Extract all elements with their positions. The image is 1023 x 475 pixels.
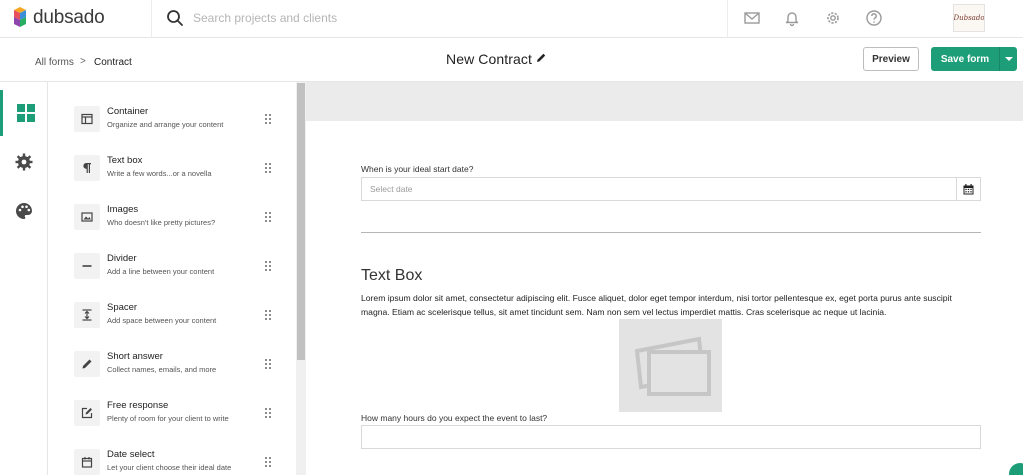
spacer-icon <box>82 309 92 321</box>
element-text-box[interactable]: Text box Write a few words...or a novell… <box>48 149 296 198</box>
date-select-input[interactable] <box>361 177 957 201</box>
elements-panel: Container Organize and arrange your cont… <box>48 82 296 475</box>
drag-handle-icon[interactable] <box>264 211 272 223</box>
mail-icon[interactable] <box>743 9 761 27</box>
element-short-answer[interactable]: Short answer Collect names, emails, and … <box>48 345 296 394</box>
element-title: Divider <box>107 253 137 264</box>
breadcrumb-separator: > <box>80 56 86 67</box>
hours-question-label: How many hours do you expect the event t… <box>361 413 548 423</box>
element-spacer[interactable]: Spacer Add space between your content <box>48 296 296 345</box>
search-input[interactable] <box>193 8 573 28</box>
preview-button[interactable]: Preview <box>863 47 919 71</box>
element-divider[interactable]: Divider Add a line between your content <box>48 247 296 296</box>
top-nav-bar: dubsado Dubsado <box>0 0 1023 38</box>
drag-handle-icon[interactable] <box>264 407 272 419</box>
drag-handle-icon[interactable] <box>264 113 272 125</box>
breadcrumb-all-forms[interactable]: All forms <box>35 57 74 68</box>
element-images[interactable]: Images Who doesn't like pretty pictures? <box>48 198 296 247</box>
calendar-icon <box>963 183 974 194</box>
image-placeholder[interactable] <box>619 319 722 412</box>
element-description: Add space between your content <box>107 316 217 325</box>
divider-icon-box <box>74 253 100 279</box>
element-description: Who doesn't like pretty pictures? <box>107 218 216 227</box>
drag-handle-icon[interactable] <box>264 162 272 174</box>
element-date-select[interactable]: Date select Let your client choose their… <box>48 443 296 475</box>
element-title: Text box <box>107 155 143 166</box>
nav-divider <box>151 0 152 38</box>
element-description: Organize and arrange your content <box>107 120 224 129</box>
form-title[interactable]: New Contract <box>446 51 532 67</box>
element-title: Container <box>107 106 149 117</box>
element-free-response[interactable]: Free response Plenty of room for your cl… <box>48 394 296 443</box>
settings-gear-icon <box>15 153 33 171</box>
elements-grid-icon <box>16 104 35 122</box>
spacer-icon-box <box>74 302 100 328</box>
text-box-heading[interactable]: Text Box <box>361 267 422 285</box>
text-box-body[interactable]: Lorem ipsum dolor sit amet, consectetur … <box>361 292 981 319</box>
rail-tab-theme[interactable] <box>0 188 48 234</box>
hours-answer-input[interactable] <box>361 425 981 449</box>
pencil-icon-box <box>74 351 100 377</box>
container-icon-box <box>74 106 100 132</box>
element-title: Short answer <box>107 351 163 362</box>
element-title: Images <box>107 204 139 215</box>
drag-handle-icon[interactable] <box>264 456 272 468</box>
element-title: Free response <box>107 400 169 411</box>
edit-square-icon-box <box>74 400 100 426</box>
element-description: Add a line between your content <box>107 267 215 276</box>
calendar-icon-box <box>74 449 100 475</box>
dubsado-logo-mark-icon <box>14 7 26 27</box>
element-description: Write a few words...or a novella <box>107 169 212 178</box>
image-icon-box <box>74 204 100 230</box>
builder-side-rail <box>0 82 48 475</box>
canvas-header-band <box>306 82 1023 121</box>
container-icon <box>81 113 93 125</box>
element-description: Plenty of room for your client to write <box>107 414 229 423</box>
element-title: Date select <box>107 449 155 460</box>
element-description: Let your client choose their ideal date <box>107 463 232 472</box>
date-question-label: When is your ideal start date? <box>361 164 474 174</box>
gear-icon[interactable] <box>824 9 842 27</box>
element-description: Collect names, emails, and more <box>107 365 217 374</box>
rail-tab-elements[interactable] <box>0 90 48 136</box>
drag-handle-icon[interactable] <box>264 358 272 370</box>
canvas-divider <box>361 232 981 233</box>
form-header: All forms > Contract New Contract Previe… <box>0 38 1023 82</box>
image-icon <box>81 212 93 222</box>
pencil-icon <box>82 359 92 369</box>
search-icon[interactable] <box>166 9 184 27</box>
divider-icon <box>82 265 92 267</box>
logo-text: dubsado <box>33 7 105 28</box>
elements-scrollbar-thumb[interactable] <box>297 83 305 360</box>
date-picker-button[interactable] <box>956 177 981 201</box>
help-icon[interactable] <box>865 9 883 27</box>
breadcrumb-current: Contract <box>94 57 132 68</box>
bell-icon[interactable] <box>783 9 801 27</box>
theme-palette-icon <box>16 203 32 219</box>
drag-handle-icon[interactable] <box>264 309 272 321</box>
dubsado-logo[interactable]: dubsado <box>12 6 105 30</box>
drag-handle-icon[interactable] <box>264 260 272 272</box>
element-title: Spacer <box>107 302 138 313</box>
nav-divider <box>727 0 728 38</box>
paragraph-icon <box>83 163 91 173</box>
save-form-button[interactable]: Save form <box>931 47 999 71</box>
image-placeholder-icon <box>634 336 711 396</box>
avatar-logo-text: Dubsado <box>953 14 985 22</box>
calendar-icon <box>81 457 93 468</box>
user-avatar[interactable]: Dubsado <box>953 4 985 32</box>
edit-square-icon <box>81 407 93 419</box>
element-container[interactable]: Container Organize and arrange your cont… <box>48 100 296 149</box>
paragraph-icon-box <box>74 155 100 181</box>
rail-tab-settings[interactable] <box>0 139 48 185</box>
pencil-icon[interactable] <box>535 52 547 64</box>
save-options-dropdown[interactable] <box>999 47 1017 71</box>
